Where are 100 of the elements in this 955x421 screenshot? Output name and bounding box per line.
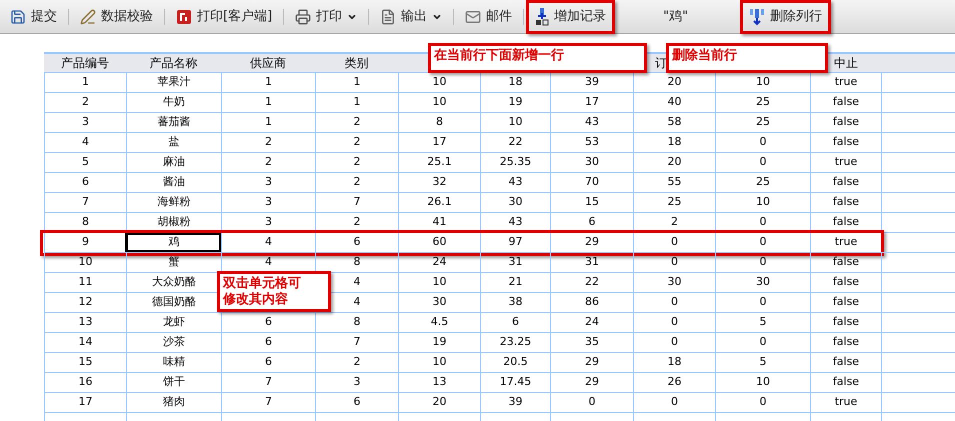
table-cell: 53 [550, 133, 633, 152]
table-cell: 3 [315, 373, 398, 392]
table-cell: 0 [633, 233, 715, 252]
table-cell: 25 [633, 193, 715, 212]
pencil-icon [80, 8, 96, 24]
table-cell: 4 [44, 133, 126, 152]
table-cell: 30 [715, 273, 810, 292]
delete-column-icon [749, 8, 766, 26]
table-cell: 24 [550, 313, 633, 332]
table-cell: 0 [715, 133, 810, 152]
table-cell: 1 [221, 93, 315, 112]
table-cell: true [810, 393, 882, 412]
table-cell: false [810, 93, 882, 112]
table-cell: 龙虾 [126, 313, 221, 332]
column-header: 订 [655, 56, 667, 70]
table-cell: 17.45 [480, 373, 550, 392]
toolbar-button[interactable]: 增加记录 [526, 0, 616, 34]
table-cell: 鸡 [126, 233, 221, 252]
table-cell: 25 [715, 173, 810, 192]
toolbar-button[interactable]: 提交 [1, 0, 66, 34]
table-cell: false [810, 133, 882, 152]
table-cell: 23.25 [480, 333, 550, 352]
column-header: 供应商 [250, 56, 286, 70]
table-cell: 60 [398, 233, 480, 252]
document-icon [176, 8, 192, 24]
table-cell: 8 [398, 113, 480, 132]
table-cell: 10 [398, 93, 480, 112]
table-cell: 9 [44, 233, 126, 252]
table-cell: 蕃茄酱 [126, 113, 221, 132]
table-cell: true [810, 153, 882, 172]
table-cell: false [810, 213, 882, 232]
table-cell: 40 [633, 93, 715, 112]
table-cell: 17 [44, 393, 126, 412]
table-cell: 2 [315, 113, 398, 132]
table-cell: 4.5 [398, 313, 480, 332]
dropdown-button[interactable]: 打印 [286, 0, 366, 34]
table-cell: 盐 [126, 133, 221, 152]
table-cell: 29 [550, 353, 633, 372]
table-cell: 43 [480, 213, 550, 232]
table-cell: 3 [221, 193, 315, 212]
table-cell: 6 [221, 313, 315, 332]
table-cell: 21 [480, 273, 550, 292]
annotation-callout: 删除当前行 [666, 43, 828, 73]
table-cell: 15 [44, 353, 126, 372]
table-cell: false [810, 253, 882, 272]
table-cell: 29 [550, 233, 633, 252]
table-cell: 25.1 [398, 153, 480, 172]
table-cell: 70 [550, 173, 633, 192]
table-cell: 10 [398, 353, 480, 372]
table-cell: 2 [315, 213, 398, 232]
table-cell: 酱油 [126, 173, 221, 192]
table-cell: 猪肉 [126, 393, 221, 412]
table-cell: 14 [44, 333, 126, 352]
toolbar-button[interactable]: 数据校验 [71, 0, 162, 34]
table-cell: 7 [44, 193, 126, 212]
table-cell: 0 [715, 293, 810, 312]
save-icon [10, 8, 26, 24]
table-cell: 55 [633, 173, 715, 192]
table-cell: 41 [398, 213, 480, 232]
dropdown-button[interactable]: 输出 [371, 0, 452, 34]
table-cell: 海鲜粉 [126, 193, 221, 212]
table-cell: 15 [550, 193, 633, 212]
table-cell: 5 [715, 313, 810, 332]
table-cell: 7 [221, 393, 315, 412]
toolbar-button[interactable]: 邮件 [456, 0, 522, 34]
table-cell: 2 [221, 153, 315, 172]
table-cell: 22 [480, 133, 550, 152]
table-cell: 0 [715, 153, 810, 172]
table-cell: false [810, 293, 882, 312]
table-cell: false [810, 313, 882, 332]
table-cell: 0 [633, 253, 715, 272]
table-cell: 19 [398, 333, 480, 352]
table-cell: false [810, 173, 882, 192]
table-cell: false [810, 193, 882, 212]
table-cell: 6 [315, 233, 398, 252]
table-cell: 38 [480, 293, 550, 312]
table-cell: 6 [480, 313, 550, 332]
table-cell: 30 [550, 153, 633, 172]
table-cell: 25.35 [480, 153, 550, 172]
table-cell: 29 [550, 373, 633, 392]
table-cell: 4 [221, 233, 315, 252]
toolbar-button[interactable]: 打印[客户端] [167, 0, 282, 34]
table-cell: 3 [221, 213, 315, 232]
table-cell: 17 [398, 133, 480, 152]
table-cell: 16 [44, 373, 126, 392]
printer-icon [295, 8, 312, 24]
toolbar-button[interactable]: 删除列行 [740, 0, 832, 34]
table-cell: 18 [633, 133, 715, 152]
table-cell: 31 [550, 253, 633, 272]
table-cell: 胡椒粉 [126, 213, 221, 232]
table-cell: 1 [221, 73, 315, 92]
table-cell: 0 [633, 293, 715, 312]
current-value-label: "鸡" [663, 8, 688, 26]
table-cell: 0 [715, 253, 810, 272]
table-cell: 6 [44, 173, 126, 192]
table-cell: 30 [398, 293, 480, 312]
table-cell: 0 [715, 213, 810, 232]
table-cell: 22 [550, 273, 633, 292]
table-cell: 26.1 [398, 193, 480, 212]
table-cell: false [810, 353, 882, 372]
